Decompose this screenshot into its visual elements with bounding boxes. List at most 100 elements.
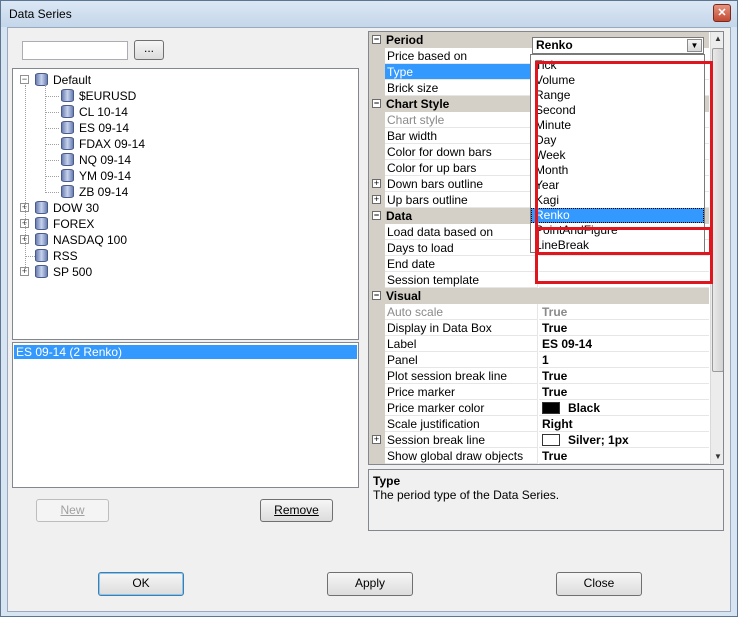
property-value[interactable]: Silver; 1px [539,432,709,448]
row-margin [369,224,385,240]
expand-icon[interactable]: + [372,435,381,444]
highlight-box-renko [536,227,712,255]
property-row[interactable]: + Session break line Silver; 1px [369,432,709,448]
property-category-label: Data [386,209,413,223]
expand-icon[interactable]: + [372,179,381,188]
property-description-panel: Type The period type of the Data Series. [368,469,724,531]
property-value[interactable]: Black [539,400,709,416]
property-value[interactable]: True [539,448,709,464]
row-margin [369,160,385,176]
property-value-text: Silver; 1px [568,433,629,447]
property-name: Color for down bars [385,144,538,160]
new-button-label: New [60,503,85,517]
row-margin [369,336,385,352]
property-row[interactable]: Price marker True [369,384,709,400]
property-row[interactable]: Show global draw objects True [369,448,709,464]
database-icon [35,217,48,230]
collapse-icon[interactable]: − [372,291,381,300]
row-margin [369,48,385,64]
property-row[interactable]: Label ES 09-14 [369,336,709,352]
collapse-icon[interactable]: − [372,35,381,44]
property-value[interactable]: True [539,320,709,336]
expand-icon[interactable]: + [372,195,381,204]
scroll-thumb[interactable] [712,48,723,372]
database-icon [61,89,74,102]
property-value[interactable]: ES 09-14 [539,336,709,352]
tree-node-label: FDAX 09-14 [79,137,146,151]
property-value-text: True [542,305,568,319]
collapse-icon[interactable]: − [372,99,381,108]
new-button[interactable]: New [36,499,109,522]
search-input[interactable] [22,41,128,60]
database-icon [61,121,74,134]
property-name: Display in Data Box [385,320,538,336]
property-row[interactable]: Plot session break line True [369,368,709,384]
property-name: End date [385,256,538,272]
database-icon [61,153,74,166]
property-row[interactable]: Price marker color Black [369,400,709,416]
property-name: Price marker [385,384,538,400]
remove-button-label: Remove [274,503,319,517]
data-series-window: Data Series ✕ ... − Default $EURUSD CL 10-1… [0,0,738,617]
property-category[interactable]: − Visual [369,288,709,304]
row-margin: + [369,176,385,192]
tree-connector [45,112,59,113]
type-combo-value: Renko [536,38,573,52]
property-row[interactable]: Panel 1 [369,352,709,368]
tree-node-label: NQ 09-14 [79,153,132,167]
window-title: Data Series [9,7,72,21]
row-margin [369,416,385,432]
scroll-up-icon[interactable]: ▲ [711,32,723,46]
row-margin [369,256,385,272]
collapse-icon[interactable]: − [20,75,29,84]
tree-node-label: ZB 09-14 [79,185,129,199]
remove-button[interactable]: Remove [260,499,333,522]
property-row[interactable]: Display in Data Box True [369,320,709,336]
property-name: Price marker color [385,400,538,416]
property-name: Auto scale [385,304,538,320]
property-name: Days to load [385,240,538,256]
row-margin: + [369,192,385,208]
chevron-down-icon[interactable]: ▼ [687,39,702,52]
data-series-list: ES 09-14 (2 Renko) [12,342,359,488]
property-row[interactable]: Scale justification Right [369,416,709,432]
property-name: Price based on [385,48,538,64]
property-value[interactable]: Right [539,416,709,432]
close-window-button[interactable]: ✕ [713,4,731,22]
database-icon [61,105,74,118]
property-row[interactable]: Auto scale True [369,304,709,320]
row-margin [369,384,385,400]
database-icon [35,233,48,246]
tree-connector [45,144,59,145]
property-value-text: ES 09-14 [542,337,593,351]
list-item[interactable]: ES 09-14 (2 Renko) [14,345,357,359]
property-name: Bar width [385,128,538,144]
property-name: Color for up bars [385,160,538,176]
title-bar[interactable]: Data Series ✕ [1,1,737,27]
property-name: Session template [385,272,538,288]
instrument-tree: − Default $EURUSD CL 10-14 ES 09-14 FDAX 09-1… [12,68,359,340]
property-value-text: Black [568,401,601,415]
property-value[interactable]: True [539,304,709,320]
browse-button[interactable]: ... [134,40,164,60]
property-value[interactable]: True [539,368,709,384]
scroll-down-icon[interactable]: ▼ [711,450,723,464]
property-value-text: True [542,321,568,335]
row-margin [369,352,385,368]
close-button[interactable]: Close [556,572,642,596]
tree-connector [45,128,59,129]
tree-connector [25,85,26,271]
collapse-icon[interactable]: − [372,211,381,220]
ok-button[interactable]: OK [98,572,184,596]
property-value[interactable]: 1 [539,352,709,368]
tree-connector [45,192,59,193]
property-name: Plot session break line [385,368,538,384]
property-value[interactable]: True [539,384,709,400]
property-name: Up bars outline [385,192,538,208]
database-icon [35,73,48,86]
type-combo-box[interactable]: Renko ▼ [532,37,704,54]
property-value-text: True [542,449,568,463]
apply-button[interactable]: Apply [327,572,413,596]
property-name: Type [385,64,538,80]
database-icon [35,249,48,262]
